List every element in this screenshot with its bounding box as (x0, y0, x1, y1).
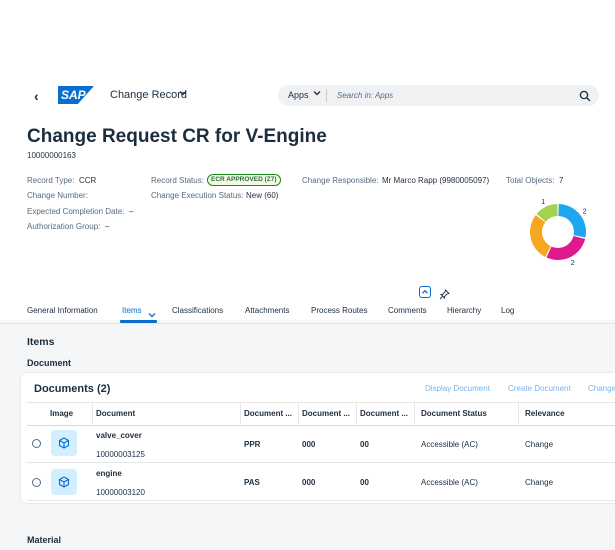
page-title: Change Request CR for V-Engine (27, 126, 327, 147)
search-icon[interactable] (579, 89, 591, 102)
authorization-group-label: Authorization Group: (27, 222, 101, 231)
document-status: Accessible (AC) (421, 440, 478, 449)
column-header-document-type[interactable]: Document ... (244, 409, 292, 418)
column-separator (414, 402, 415, 424)
column-separator (356, 402, 357, 424)
donut-segment-label: 2 (571, 260, 575, 266)
section-title-material: Material (27, 535, 62, 545)
document-relevance: Change (525, 478, 554, 487)
tab-log[interactable]: Log (501, 306, 514, 315)
document-status: Accessible (AC) (421, 478, 478, 487)
column-header-document[interactable]: Document (96, 409, 135, 418)
authorization-group-value: – (105, 222, 110, 231)
column-header-document-status[interactable]: Document Status (421, 409, 487, 418)
cube-icon (58, 437, 70, 449)
collapse-header-button[interactable] (419, 286, 431, 298)
document-number: 10000003125 (96, 450, 145, 459)
subsection-title-document: Document (27, 358, 72, 368)
expected-completion-value: – (129, 207, 134, 216)
objects-donut-chart[interactable]: 1222 (528, 196, 598, 266)
document-thumbnail[interactable] (51, 469, 77, 495)
column-header-relevance[interactable]: Relevance (525, 409, 565, 418)
section-title-items: Items (27, 336, 55, 348)
change-document-button[interactable]: Change (588, 384, 615, 393)
object-number: 10000000163 (27, 151, 76, 160)
expected-completion-label: Expected Completion Date: (27, 207, 125, 216)
document-version: 00 (360, 478, 369, 487)
status-badge: ECR APPROVED (Z7) (207, 174, 281, 186)
document-name[interactable]: valve_cover (96, 431, 142, 440)
tab-hierarchy[interactable]: Hierarchy (447, 306, 481, 315)
pin-icon[interactable] (439, 287, 450, 305)
column-separator (518, 402, 519, 424)
tab-items[interactable]: Items (122, 306, 142, 315)
donut-segment[interactable] (530, 215, 551, 257)
column-separator (92, 402, 93, 424)
tab-process-routes[interactable]: Process Routes (311, 306, 367, 315)
donut-segment-label: 2 (583, 208, 587, 215)
record-type-label: Record Type: (27, 176, 75, 185)
tab-comments[interactable]: Comments (388, 306, 427, 315)
create-document-button[interactable]: Create Document (508, 384, 571, 393)
column-header-image[interactable]: Image (50, 409, 73, 418)
document-part: 000 (302, 478, 316, 487)
column-separator (240, 402, 241, 424)
document-thumbnail[interactable] (51, 430, 77, 456)
document-type: PPR (244, 440, 261, 449)
document-version: 00 (360, 440, 369, 449)
change-number-label: Change Number: (27, 191, 88, 200)
document-number: 10000003120 (96, 488, 145, 497)
search-input[interactable]: Search in: Apps (337, 91, 393, 100)
row-select-radio[interactable] (32, 478, 41, 487)
record-status-label: Record Status: (151, 176, 204, 185)
responsible-value[interactable]: Mr Marco Rapp (9980005097) (382, 176, 489, 185)
row-divider (27, 462, 615, 463)
document-part: 000 (302, 440, 316, 449)
document-type: PAS (244, 478, 260, 487)
donut-segment[interactable] (546, 235, 586, 260)
row-select-radio[interactable] (32, 439, 41, 448)
display-document-button[interactable]: Display Document (425, 384, 490, 393)
tab-general-information[interactable]: General Information (27, 306, 98, 315)
chevron-down-icon[interactable] (313, 89, 321, 99)
document-name[interactable]: engine (96, 469, 122, 478)
chevron-down-icon[interactable] (179, 89, 187, 100)
column-header-document-part[interactable]: Document ... (302, 409, 350, 418)
donut-segment-label: 1 (541, 199, 545, 206)
app-title-menu[interactable]: Change Record (110, 89, 187, 101)
documents-table-title: Documents (2) (34, 383, 111, 395)
search-divider (326, 89, 327, 102)
cube-icon (58, 476, 70, 488)
execution-status-label: Change Execution Status: (151, 191, 244, 200)
total-objects-label: Total Objects: (506, 176, 555, 185)
total-objects-value: 7 (559, 176, 564, 185)
column-header-document-version[interactable]: Document ... (360, 409, 408, 418)
document-relevance: Change (525, 440, 554, 449)
execution-status-value: New (60) (246, 191, 279, 200)
responsible-label: Change Responsible: (302, 176, 379, 185)
search-scope-select[interactable]: Apps (288, 90, 309, 100)
tab-classifications[interactable]: Classifications (172, 306, 223, 315)
column-separator (298, 402, 299, 424)
tab-attachments[interactable]: Attachments (245, 306, 289, 315)
back-button[interactable]: ‹ (34, 88, 39, 104)
tab-bar-divider (0, 323, 615, 324)
row-divider (27, 500, 615, 501)
record-type-value: CCR (79, 176, 97, 185)
